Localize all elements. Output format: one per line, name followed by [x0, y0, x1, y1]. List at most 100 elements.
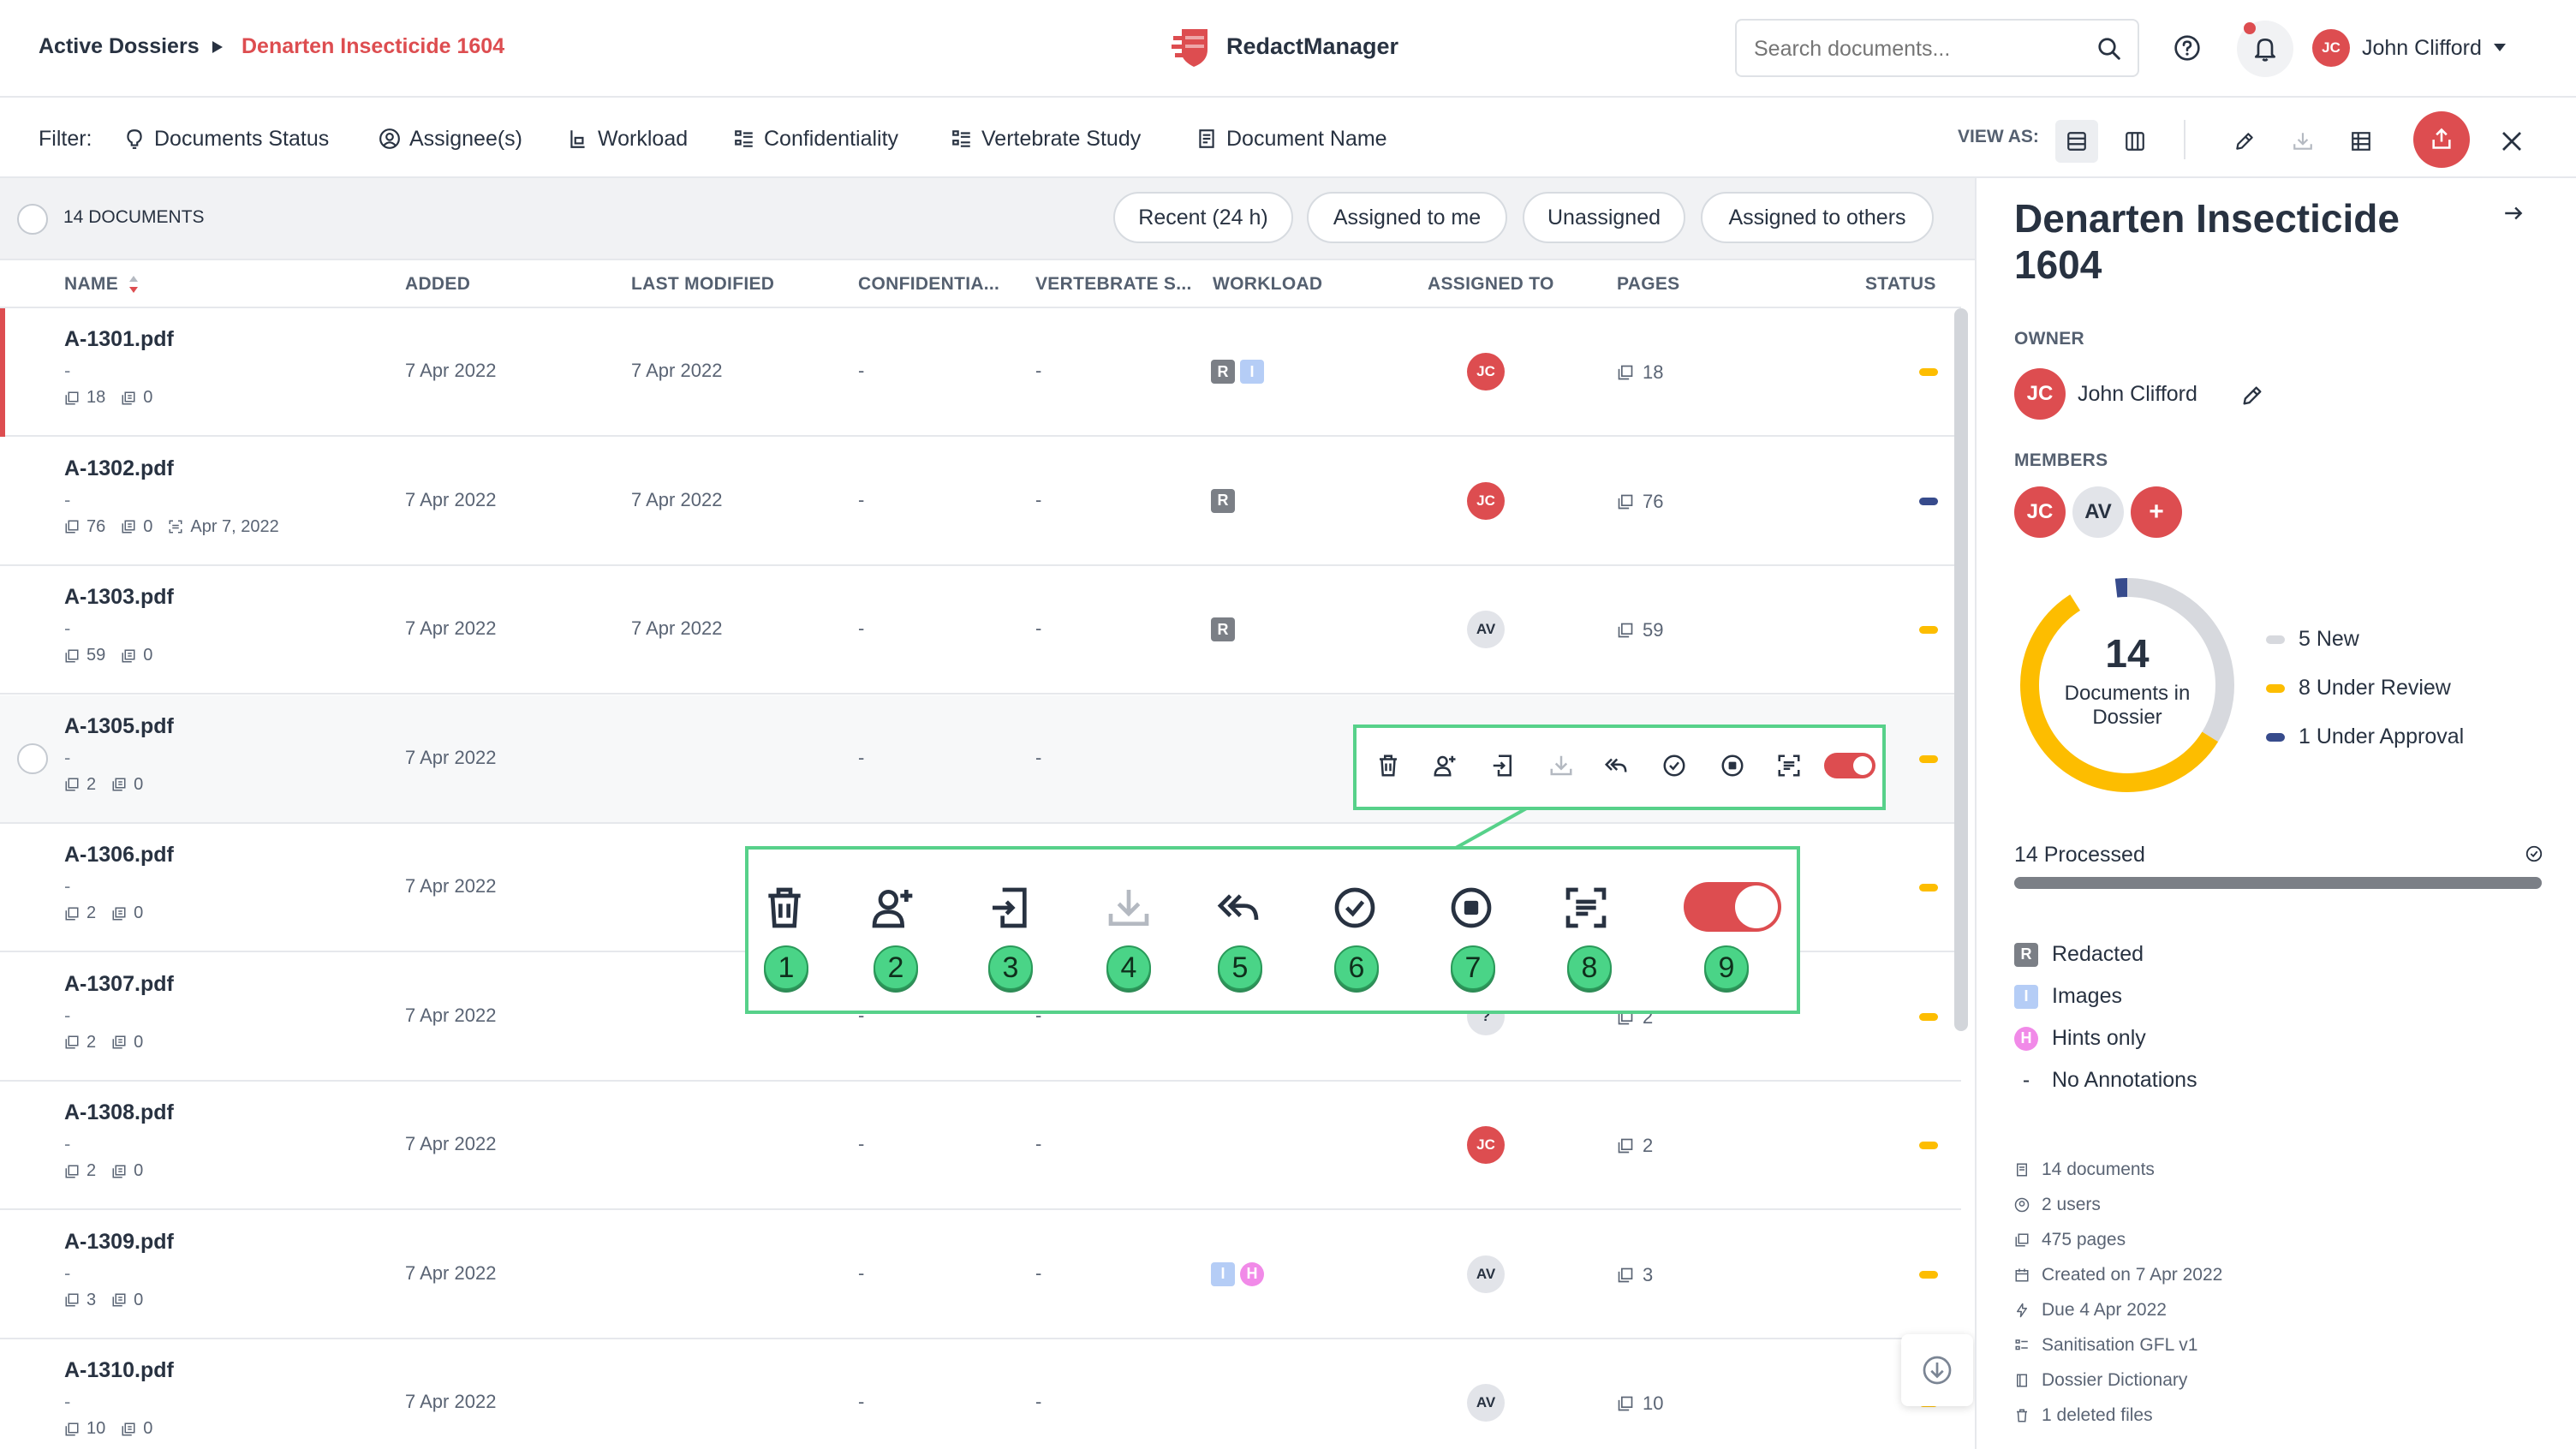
file-subtitle: - [64, 875, 71, 897]
download-icon[interactable] [1548, 753, 1574, 778]
member-avatar[interactable]: AV [2072, 486, 2124, 538]
file-name[interactable]: A-1303.pdf [64, 585, 174, 610]
collapse-arrow-icon[interactable] [2502, 202, 2525, 224]
zoom-callout: 1 2 3 4 5 6 7 8 9 [745, 846, 1800, 1014]
edit-icon[interactable] [2233, 130, 2256, 152]
file-name[interactable]: A-1308.pdf [64, 1100, 174, 1125]
legend-under-approval[interactable]: 1 Under Approval [2266, 724, 2464, 749]
ocr-scan-icon[interactable] [1562, 884, 1610, 932]
export-button[interactable] [2413, 111, 2470, 168]
legend-under-review[interactable]: 8 Under Review [2266, 676, 2464, 701]
stop-circle-icon[interactable] [1447, 884, 1495, 932]
user-menu[interactable]: JC John Clifford [2312, 29, 2506, 67]
trash-icon[interactable] [760, 884, 808, 932]
column-vertebrate-study[interactable]: VERTEBRATE S... [1035, 274, 1192, 295]
table-row[interactable]: A-1301.pdf - 18 0 7 Apr 2022 7 Apr 2022 - - R… [0, 308, 1961, 437]
toggle-switch[interactable] [1824, 753, 1875, 778]
quick-filter-assigned-to-others[interactable]: Assigned to others [1701, 192, 1934, 243]
assignee-avatar[interactable]: AV [1467, 1384, 1505, 1422]
table-row[interactable]: A-1310.pdf - 10 0 7 Apr 2022 - - AV 10 [0, 1339, 1961, 1449]
ocr-scan-icon[interactable] [1776, 753, 1802, 778]
column-pages[interactable]: PAGES [1617, 274, 1679, 295]
select-all-checkbox[interactable] [17, 204, 48, 235]
file-name[interactable]: A-1301.pdf [64, 327, 174, 352]
assignee-avatar[interactable]: AV [1467, 611, 1505, 648]
undo-all-icon[interactable] [1603, 753, 1629, 778]
download-icon[interactable] [1105, 884, 1153, 932]
assign-user-icon[interactable] [868, 884, 916, 932]
breadcrumb-root[interactable]: Active Dossiers [39, 34, 200, 59]
sort-icon[interactable] [128, 274, 139, 295]
add-member-button[interactable]: + [2131, 486, 2182, 538]
filter-vertebrate-study[interactable]: Vertebrate Study [951, 125, 1141, 152]
board-view-icon[interactable] [2124, 130, 2146, 152]
callout-number-badge: 9 [1704, 945, 1749, 990]
confidentiality-value: - [858, 746, 865, 768]
approve-circle-icon[interactable] [1331, 884, 1379, 932]
column-name[interactable]: NAME [64, 274, 118, 295]
help-icon[interactable] [2174, 34, 2201, 62]
table-row[interactable]: A-1302.pdf - 76 0 Apr 7, 2022 7 Apr 2022 7… [0, 437, 1961, 566]
filter-workload[interactable]: Workload [567, 125, 688, 152]
filter-document-name[interactable]: Document Name [1196, 125, 1387, 152]
member-avatar[interactable]: JC [2014, 486, 2066, 538]
toggle-switch[interactable] [1684, 882, 1781, 932]
search-box[interactable] [1735, 19, 2139, 77]
assignee-avatar[interactable]: JC [1467, 1126, 1505, 1164]
table-row[interactable]: A-1309.pdf - 3 0 7 Apr 2022 - - I H AV 3 [0, 1210, 1961, 1339]
trash-icon[interactable] [1375, 753, 1401, 778]
download-icon[interactable] [2292, 130, 2314, 152]
stop-circle-icon[interactable] [1720, 753, 1745, 778]
app-logo[interactable]: RedactManager [1170, 24, 1398, 69]
breadcrumb-current[interactable]: Denarten Insecticide 1604 [242, 34, 504, 59]
notifications-button[interactable] [2237, 21, 2293, 77]
file-name[interactable]: A-1309.pdf [64, 1230, 174, 1255]
status-legend: 5 New 8 Under Review 1 Under Approval [2266, 627, 2464, 749]
approve-circle-icon[interactable] [1661, 753, 1687, 778]
scroll-down-button[interactable] [1901, 1334, 1973, 1406]
column-assigned-to[interactable]: ASSIGNED TO [1428, 274, 1554, 295]
search-input[interactable] [1754, 33, 2079, 65]
filter-assignees[interactable]: Assignee(s) [379, 125, 522, 152]
file-name[interactable]: A-1307.pdf [64, 972, 174, 997]
filter-documents-status-label: Documents Status [154, 126, 330, 151]
assignee-avatar[interactable]: JC [1467, 481, 1505, 520]
file-name[interactable]: A-1310.pdf [64, 1358, 174, 1383]
assignee-avatar[interactable]: AV [1467, 1255, 1505, 1293]
quick-filter-unassigned[interactable]: Unassigned [1523, 192, 1685, 243]
assignee-avatar[interactable]: JC [1467, 353, 1505, 391]
ocr-icon [169, 520, 182, 534]
table-icon[interactable] [2350, 130, 2372, 152]
column-status[interactable]: STATUS [1865, 274, 1936, 295]
column-last-modified[interactable]: LAST MODIFIED [631, 274, 774, 295]
filter-documents-status[interactable]: Documents Status [123, 125, 329, 152]
files-icon [122, 520, 135, 534]
vertebrate-value: - [1035, 617, 1042, 639]
column-confidentiality[interactable]: CONFIDENTIA... [858, 274, 999, 295]
list-toolbar: 14 DOCUMENTS Recent (24 h) Assigned to m… [0, 178, 1975, 260]
filter-confidentiality[interactable]: Confidentiality [733, 125, 898, 152]
assign-user-icon[interactable] [1432, 753, 1458, 778]
view-list-button[interactable] [2055, 120, 2098, 163]
quick-filter-recent[interactable]: Recent (24 h) [1113, 192, 1293, 243]
column-added[interactable]: ADDED [405, 274, 470, 295]
edit-owner-icon[interactable] [2240, 384, 2264, 408]
file-name[interactable]: A-1302.pdf [64, 456, 174, 481]
quick-filter-assigned-to-me[interactable]: Assigned to me [1307, 192, 1507, 243]
table-row[interactable]: A-1308.pdf - 2 0 7 Apr 2022 - - JC 2 [0, 1082, 1961, 1210]
file-name[interactable]: A-1305.pdf [64, 714, 174, 739]
open-document-icon[interactable] [987, 884, 1035, 932]
search-icon[interactable] [2096, 36, 2122, 62]
undo-all-icon[interactable] [1214, 884, 1262, 932]
open-document-icon[interactable] [1490, 753, 1516, 778]
table-row[interactable]: A-1303.pdf - 59 0 7 Apr 2022 7 Apr 2022 - - R… [0, 566, 1961, 695]
table-scrollbar[interactable] [1954, 308, 1968, 1031]
legend-new[interactable]: 5 New [2266, 627, 2464, 652]
column-workload[interactable]: WORKLOAD [1213, 274, 1322, 295]
meta-files: 0 [143, 388, 153, 407]
info-template-text: Sanitisation GFL v1 [2042, 1335, 2198, 1355]
filter-document-name-label: Document Name [1226, 126, 1387, 151]
row-checkbox[interactable] [17, 742, 48, 774]
close-icon[interactable] [2499, 128, 2525, 154]
file-name[interactable]: A-1306.pdf [64, 843, 174, 868]
